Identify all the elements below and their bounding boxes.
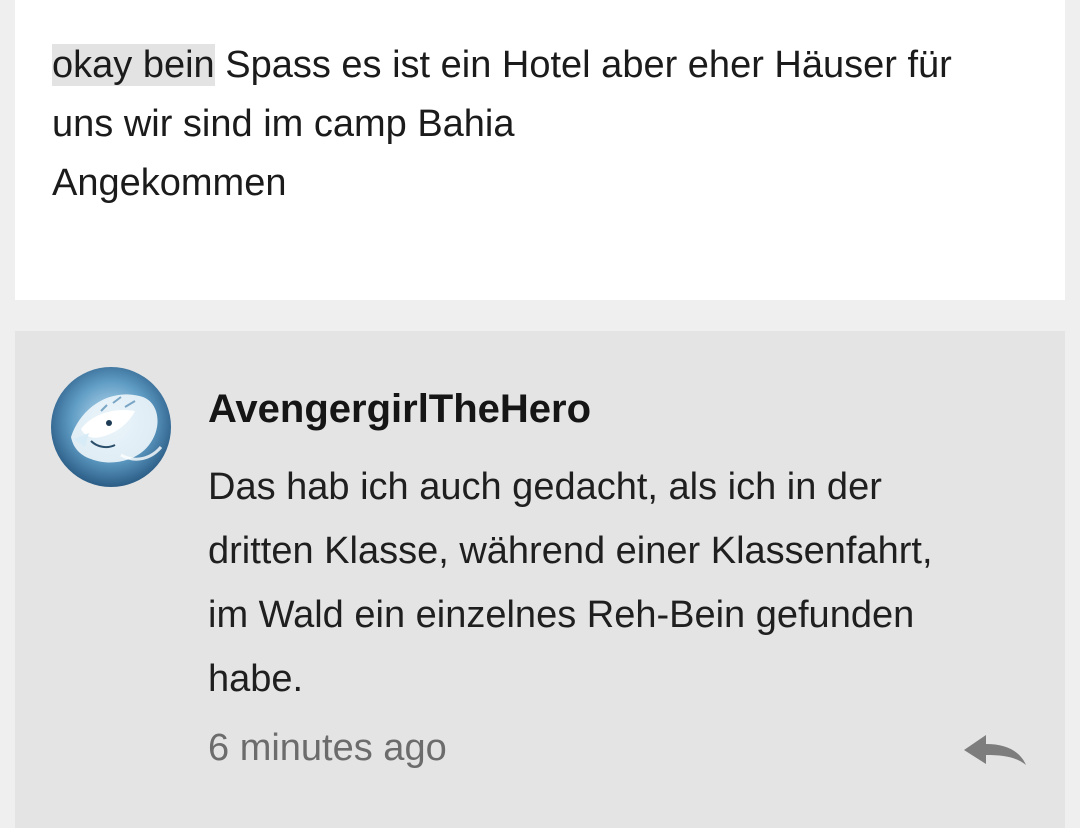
selected-text[interactable]: okay bein bbox=[52, 44, 215, 86]
post-card: okay bein Spass es ist ein Hotel aber eh… bbox=[15, 0, 1065, 300]
comment-line: habe. bbox=[208, 658, 304, 700]
comment-timestamp: 6 minutes ago bbox=[208, 727, 447, 769]
post-line-1: okay bein Spass es ist ein Hotel aber eh… bbox=[52, 36, 1052, 95]
comment-username[interactable]: AvengergirlTheHero bbox=[208, 387, 591, 432]
reply-arrow-icon bbox=[964, 735, 1026, 765]
white-tiger-avatar-icon bbox=[51, 367, 171, 487]
reply-button[interactable] bbox=[960, 731, 1030, 771]
comment-card: AvengergirlTheHero Das hab ich auch geda… bbox=[15, 331, 1065, 828]
comment-line: Das hab ich auch gedacht, als ich in der bbox=[208, 466, 882, 508]
avatar[interactable] bbox=[51, 367, 171, 487]
comment-line: im Wald ein einzelnes Reh-Bein gefunden bbox=[208, 594, 915, 636]
post-line-3: Angekommen bbox=[52, 162, 287, 204]
post-body: okay bein Spass es ist ein Hotel aber eh… bbox=[52, 36, 1052, 213]
post-line-2: uns wir sind im camp Bahia bbox=[52, 103, 515, 145]
comment-line: dritten Klasse, während einer Klassenfah… bbox=[208, 530, 933, 572]
post-line-1-text: Spass es ist ein Hotel aber eher Häuser … bbox=[214, 44, 952, 86]
comment-body: Das hab ich auch gedacht, als ich in der… bbox=[208, 455, 1038, 711]
